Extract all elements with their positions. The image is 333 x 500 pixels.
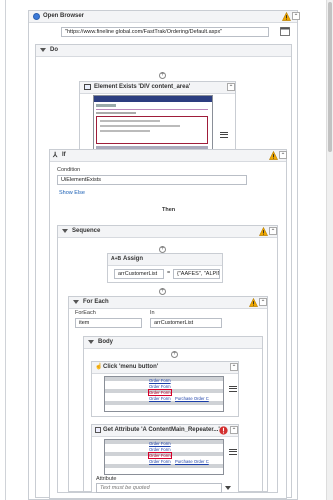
- add-activity-icon[interactable]: +: [159, 246, 166, 253]
- warning-icon: [282, 12, 291, 21]
- for-each-title: For Each: [83, 299, 109, 305]
- collapse-icon[interactable]: ⌃: [279, 151, 287, 159]
- left-rail: [5, 0, 6, 500]
- click-screenshot: Order Form Order Form Order Form Order F…: [104, 376, 224, 412]
- url-field[interactable]: "https://www.fineline global.com/FastTra…: [61, 27, 269, 37]
- do-header[interactable]: Do: [36, 45, 291, 57]
- collapse-icon[interactable]: ⌃: [269, 227, 277, 235]
- menu-icon[interactable]: [229, 447, 237, 455]
- assign-title: Assign: [123, 256, 144, 262]
- collapse-icon[interactable]: ⌃: [230, 426, 238, 434]
- collapse-icon[interactable]: ⌃: [259, 298, 267, 306]
- order-form-link: Order Form: [149, 384, 171, 389]
- attribute-input[interactable]: [96, 483, 222, 493]
- attribute-label: Attribute: [96, 476, 117, 482]
- order-form-link: Order Form: [149, 396, 171, 401]
- scrollbar-thumb[interactable]: [328, 2, 332, 152]
- vertical-scrollbar[interactable]: [326, 0, 333, 500]
- attribute-icon: [95, 427, 101, 433]
- condition-field[interactable]: UiElementExists: [57, 175, 247, 185]
- warning-icon: [259, 227, 268, 236]
- assign-icon: A+B: [111, 256, 122, 262]
- assign-header[interactable]: A+B Assign: [108, 254, 222, 266]
- menu-icon[interactable]: [229, 384, 237, 392]
- get-attribute-activity[interactable]: Get Attribute 'A ContentMain_Repeater...…: [91, 424, 239, 493]
- get-attribute-screenshot: Order Form Order Form Order Form Order F…: [104, 439, 224, 475]
- warning-icon: [269, 151, 278, 160]
- click-header[interactable]: ☝ Click 'menu button' ⌃: [92, 362, 238, 374]
- order-form-link-selected: Order Form: [148, 452, 172, 459]
- add-activity-icon[interactable]: +: [159, 72, 166, 79]
- sequence-activity[interactable]: Sequence ⌃ + A+B Assign arrCustomerList …: [57, 225, 278, 493]
- assign-equals: =: [167, 270, 171, 276]
- menu-icon[interactable]: [220, 130, 228, 138]
- for-each-header[interactable]: For Each ⌃: [69, 297, 267, 309]
- purchase-order-link: Purchase Order C: [175, 396, 209, 401]
- body-title: Body: [98, 339, 113, 345]
- error-icon: [219, 426, 228, 435]
- sequence-header[interactable]: Sequence ⌃: [58, 226, 277, 238]
- get-attribute-title: Get Attribute 'A ContentMain_Repeater...…: [103, 427, 220, 433]
- grid-row: [105, 401, 223, 405]
- condition-label: Condition: [57, 167, 81, 173]
- get-attribute-header[interactable]: Get Attribute 'A ContentMain_Repeater...…: [92, 425, 238, 437]
- assign-activity[interactable]: A+B Assign arrCustomerList = {"AAFES", "…: [107, 253, 223, 283]
- order-form-link: Order Form: [149, 378, 171, 383]
- body-header[interactable]: Body: [84, 337, 262, 349]
- for-each-activity[interactable]: For Each ⌃ ForEach item In arrCustomerLi…: [68, 296, 268, 493]
- collapse-icon[interactable]: ⌃: [230, 363, 238, 371]
- assign-to-field[interactable]: arrCustomerList: [114, 269, 164, 279]
- foreach-in-field[interactable]: arrCustomerList: [150, 318, 222, 328]
- open-browser-title: Open Browser: [43, 13, 85, 19]
- if-activity[interactable]: ⅄ If ⌃ Condition UiElementExists Show El…: [49, 149, 287, 499]
- add-activity-icon[interactable]: +: [171, 351, 178, 358]
- click-activity[interactable]: ☝ Click 'menu button' ⌃ Order Form Order…: [91, 361, 239, 417]
- caret-icon[interactable]: [40, 48, 46, 52]
- order-form-link: Order Form: [149, 441, 171, 446]
- element-exists-title: Element Exists 'DIV content_area': [94, 84, 191, 90]
- element-screenshot: [93, 95, 213, 152]
- collapse-icon[interactable]: ⌃: [292, 12, 300, 20]
- open-browser-activity[interactable]: Open Browser ⌃ "https://www.fineline glo…: [28, 10, 300, 500]
- pointer-icon: ☝: [95, 364, 103, 370]
- do-container[interactable]: Do + Element Exists 'DIV content_area' ⌃: [35, 44, 292, 499]
- show-else-link[interactable]: Show Else: [59, 190, 85, 196]
- sequence-title: Sequence: [72, 228, 101, 234]
- add-activity-icon[interactable]: +: [159, 288, 166, 295]
- assign-value-field[interactable]: {"AAFES", "ALPINE:: [173, 269, 220, 279]
- if-title: If: [62, 152, 66, 158]
- order-form-link-selected: Order Form: [148, 389, 172, 396]
- browser-icon[interactable]: [280, 27, 290, 36]
- foreach-item-field[interactable]: item: [75, 318, 142, 328]
- if-icon: ⅄: [53, 152, 58, 159]
- element-exists-header[interactable]: Element Exists 'DIV content_area' ⌃: [80, 82, 235, 94]
- dropdown-arrow-icon[interactable]: [225, 486, 231, 490]
- foreach-label: ForEach: [75, 310, 96, 316]
- order-form-link: Order Form: [149, 459, 171, 464]
- element-icon: [84, 84, 91, 90]
- collapse-icon[interactable]: ⌃: [227, 83, 235, 91]
- open-browser-header[interactable]: Open Browser ⌃: [29, 11, 300, 23]
- warning-icon: [249, 298, 258, 307]
- purchase-order-link: Purchase Order C: [175, 459, 209, 464]
- then-label: Then: [162, 207, 176, 213]
- if-header[interactable]: ⅄ If ⌃: [50, 150, 287, 162]
- order-form-link: Order Form: [149, 447, 171, 452]
- caret-icon[interactable]: [73, 300, 79, 304]
- caret-icon[interactable]: [88, 340, 94, 344]
- do-title: Do: [50, 47, 58, 53]
- grid-row: [105, 464, 223, 468]
- body-container[interactable]: Body + ☝ Click 'menu button' ⌃ Order For…: [83, 336, 263, 493]
- click-title: Click 'menu button': [103, 364, 159, 370]
- in-label: In: [150, 310, 155, 316]
- caret-icon[interactable]: [62, 229, 68, 233]
- globe-icon: [33, 13, 40, 20]
